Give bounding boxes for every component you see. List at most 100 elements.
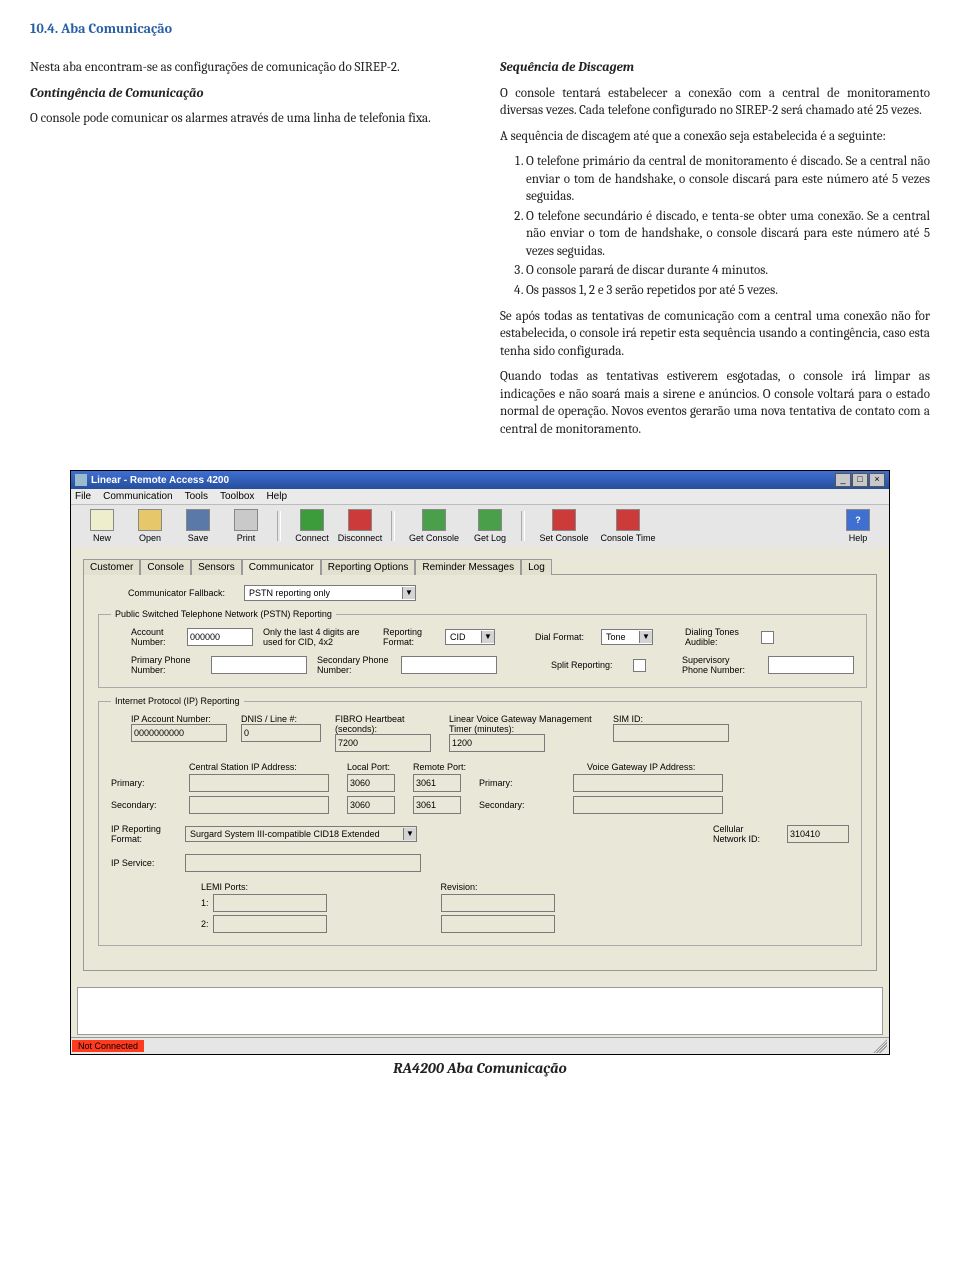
remote-port-primary-input[interactable] bbox=[413, 774, 461, 792]
vg-ip-label: Voice Gateway IP Address: bbox=[587, 762, 737, 772]
tabbar: Customer Console Sensors Communicator Re… bbox=[83, 559, 877, 575]
reporting-format-select[interactable]: CID▼ bbox=[445, 629, 495, 645]
account-input[interactable] bbox=[187, 628, 253, 646]
screenshot-figure: Linear - Remote Access 4200 _ □ × File C… bbox=[70, 470, 890, 1077]
connect-button[interactable]: Connect bbox=[289, 509, 335, 543]
section-heading: 10.4. Aba Comunicação bbox=[30, 20, 930, 37]
cs-ip-primary-input[interactable] bbox=[189, 774, 329, 792]
fallback-label: Communicator Fallback: bbox=[128, 588, 238, 598]
separator-icon bbox=[391, 511, 395, 541]
help-label: Help bbox=[849, 533, 868, 543]
ip-reporting-format-select[interactable]: Surgard System III-compatible CID18 Exte… bbox=[185, 826, 417, 842]
get-console-label: Get Console bbox=[409, 533, 459, 543]
disconnect-icon bbox=[348, 509, 372, 531]
get-console-button[interactable]: Get Console bbox=[403, 509, 465, 543]
right-subtitle-1: Sequência de Discagem bbox=[500, 59, 930, 77]
tab-customer[interactable]: Customer bbox=[83, 559, 140, 575]
resize-grip-icon[interactable] bbox=[873, 1039, 887, 1053]
dnis-input[interactable] bbox=[241, 724, 321, 742]
figure-caption: RA4200 Aba Comunicação bbox=[70, 1059, 890, 1077]
fallback-select[interactable]: PSTN reporting only ▼ bbox=[244, 585, 416, 601]
help-button[interactable]: ? Help bbox=[835, 509, 881, 543]
console-time-button[interactable]: Console Time bbox=[597, 509, 659, 543]
right-para-2: A sequência de discagem até que a conexã… bbox=[500, 128, 930, 146]
vg-ip-primary-input[interactable] bbox=[573, 774, 723, 792]
dial-tones-checkbox[interactable] bbox=[761, 631, 774, 644]
menu-toolbox[interactable]: Toolbox bbox=[220, 491, 254, 502]
tab-communicator[interactable]: Communicator bbox=[242, 559, 321, 575]
lemi-label: LEMI Ports: bbox=[201, 882, 327, 892]
set-console-label: Set Console bbox=[539, 533, 588, 543]
tab-console[interactable]: Console bbox=[140, 559, 191, 575]
primary-phone-label: Primary Phone Number: bbox=[131, 655, 201, 675]
secondary-phone-label: Secondary Phone Number: bbox=[317, 655, 391, 675]
open-icon bbox=[138, 509, 162, 531]
reporting-format-label: Reporting Format: bbox=[383, 627, 435, 647]
supervisory-phone-input[interactable] bbox=[768, 656, 854, 674]
dial-format-select[interactable]: Tone▼ bbox=[601, 629, 653, 645]
fibro-input[interactable] bbox=[335, 734, 431, 752]
tab-reminder-messages[interactable]: Reminder Messages bbox=[415, 559, 521, 575]
cell-id-input[interactable] bbox=[787, 825, 849, 843]
left-para-2: O console pode comunicar os alarmes atra… bbox=[30, 110, 460, 128]
get-log-button[interactable]: Get Log bbox=[467, 509, 513, 543]
open-button[interactable]: Open bbox=[127, 509, 173, 543]
disconnect-label: Disconnect bbox=[338, 533, 383, 543]
chevron-down-icon: ▼ bbox=[402, 587, 415, 599]
account-note: Only the last 4 digits are used for CID,… bbox=[263, 627, 373, 647]
close-button[interactable]: × bbox=[869, 473, 885, 487]
right-para-4: Quando todas as tentativas estiverem esg… bbox=[500, 368, 930, 438]
sim-id-input[interactable] bbox=[613, 724, 729, 742]
remote-port-secondary-input[interactable] bbox=[413, 796, 461, 814]
menu-communication[interactable]: Communication bbox=[103, 491, 172, 502]
tab-content: Communicator Fallback: PSTN reporting on… bbox=[83, 574, 877, 971]
cs-ip-secondary-input[interactable] bbox=[189, 796, 329, 814]
secondary-row-label: Secondary: bbox=[111, 800, 171, 810]
toolbar: New Open Save Print Connect Disconnect G… bbox=[71, 505, 889, 547]
chevron-down-icon: ▼ bbox=[403, 828, 416, 840]
get-log-label: Get Log bbox=[474, 533, 506, 543]
lvg-label: Linear Voice Gateway Management Timer (m… bbox=[449, 714, 599, 734]
split-reporting-checkbox[interactable] bbox=[633, 659, 646, 672]
set-console-button[interactable]: Set Console bbox=[533, 509, 595, 543]
secondary-phone-input[interactable] bbox=[401, 656, 497, 674]
disconnect-button[interactable]: Disconnect bbox=[337, 509, 383, 543]
left-subtitle-1: Contingência de Comunicação bbox=[30, 85, 460, 103]
tab-log[interactable]: Log bbox=[521, 559, 552, 575]
menubar: File Communication Tools Toolbox Help bbox=[71, 489, 889, 505]
new-button[interactable]: New bbox=[79, 509, 125, 543]
content-columns: Nesta aba encontram-se as configurações … bbox=[30, 51, 930, 446]
minimize-button[interactable]: _ bbox=[835, 473, 851, 487]
cs-ip-label: Central Station IP Address: bbox=[189, 762, 329, 772]
ip-service-input[interactable] bbox=[185, 854, 421, 872]
sequence-list: O telefone primário da central de monito… bbox=[500, 153, 930, 299]
local-port-secondary-input[interactable] bbox=[347, 796, 395, 814]
vg-ip-secondary-input[interactable] bbox=[573, 796, 723, 814]
revision-1-input[interactable] bbox=[441, 894, 555, 912]
pstn-group: Public Switched Telephone Network (PSTN)… bbox=[98, 609, 867, 688]
menu-tools[interactable]: Tools bbox=[185, 491, 208, 502]
ip-account-input[interactable] bbox=[131, 724, 227, 742]
save-button[interactable]: Save bbox=[175, 509, 221, 543]
ip-reporting-format-value: Surgard System III-compatible CID18 Exte… bbox=[186, 829, 403, 839]
ip-reporting-format-label: IP Reporting Format: bbox=[111, 824, 171, 844]
vg-secondary-label: Secondary: bbox=[479, 800, 555, 810]
seq-item-3: O console parará de discar durante 4 min… bbox=[526, 262, 930, 280]
connect-icon bbox=[300, 509, 324, 531]
print-button[interactable]: Print bbox=[223, 509, 269, 543]
tab-reporting-options[interactable]: Reporting Options bbox=[321, 559, 416, 575]
tab-sensors[interactable]: Sensors bbox=[191, 559, 242, 575]
lemi-port-1-input[interactable] bbox=[213, 894, 327, 912]
menu-file[interactable]: File bbox=[75, 491, 91, 502]
local-port-primary-input[interactable] bbox=[347, 774, 395, 792]
help-icon: ? bbox=[846, 509, 870, 531]
lvg-input[interactable] bbox=[449, 734, 545, 752]
primary-phone-input[interactable] bbox=[211, 656, 307, 674]
revision-2-input[interactable] bbox=[441, 915, 555, 933]
lemi-port-2-input[interactable] bbox=[213, 915, 327, 933]
fallback-value: PSTN reporting only bbox=[245, 588, 402, 598]
new-icon bbox=[90, 509, 114, 531]
maximize-button[interactable]: □ bbox=[852, 473, 868, 487]
get-log-icon bbox=[478, 509, 502, 531]
menu-help[interactable]: Help bbox=[266, 491, 287, 502]
